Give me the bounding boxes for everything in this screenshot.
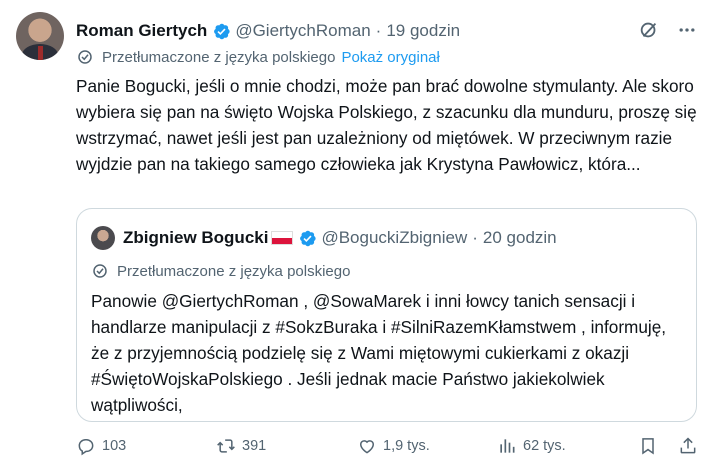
avatar-tie (38, 46, 43, 60)
views-button[interactable]: 62 tys. (497, 436, 566, 456)
quote-author-avatar (91, 226, 115, 250)
translate-icon (93, 264, 107, 278)
quote-header: Zbigniew Bogucki @BoguckiZbigniew · 20 g… (91, 226, 557, 250)
quote-time: 20 godzin (482, 228, 557, 247)
like-button[interactable]: 1,9 tys. (357, 436, 430, 456)
translation-label: Przetłumaczone z języka polskiego (102, 48, 336, 66)
translation-notice: Przetłumaczone z języka polskiego Pokaż … (76, 48, 440, 66)
more-icon[interactable] (676, 19, 698, 41)
reply-count: 103 (102, 438, 127, 454)
reply-button[interactable]: 103 (76, 436, 126, 456)
tweet-text: Panie Bogucki, jeśli o mnie chodzi, może… (76, 76, 697, 174)
tweet-actions: 103 391 1,9 tys. 62 tys. (76, 436, 698, 460)
quote-translation-label: Przetłumaczone z języka polskiego (117, 262, 351, 280)
author-avatar[interactable] (16, 12, 64, 60)
header-actions (638, 19, 698, 41)
reply-icon (78, 439, 94, 456)
separator-dot: · (472, 228, 478, 247)
tweet-time[interactable]: 19 godzin (386, 21, 460, 41)
grok-icon[interactable] (638, 19, 660, 41)
repost-button[interactable]: 391 (216, 436, 266, 456)
quote-author-handle: @BoguckiZbigniew (321, 228, 468, 247)
quote-text: Panowie @GiertychRoman , @SowaMarek i in… (91, 291, 667, 415)
repost-icon (217, 439, 235, 453)
repost-count: 391 (242, 438, 267, 454)
quote-translation-notice: Przetłumaczone z języka polskiego (91, 262, 350, 280)
author-name[interactable]: Roman Giertych (76, 21, 207, 41)
like-count: 1,9 tys. (383, 438, 430, 454)
author-handle[interactable]: @GiertychRoman (235, 21, 370, 41)
tweet-header: Roman Giertych @GiertychRoman · 19 godzi… (76, 19, 698, 43)
quote-author-name: Zbigniew Bogucki (123, 228, 269, 247)
share-button[interactable] (678, 436, 698, 456)
share-icon (680, 437, 696, 454)
verified-badge-icon (300, 230, 317, 246)
separator-dot: · (375, 21, 382, 40)
bookmark-button[interactable] (638, 436, 658, 456)
translate-icon (78, 50, 92, 64)
verified-badge-icon[interactable] (212, 22, 231, 41)
show-original-link[interactable]: Pokaż oryginał (341, 49, 439, 66)
views-count: 62 tys. (523, 438, 566, 454)
quoted-tweet[interactable]: Zbigniew Bogucki @BoguckiZbigniew · 20 g… (76, 208, 697, 422)
poland-flag-icon (271, 231, 294, 245)
views-icon (500, 439, 515, 453)
bookmark-icon (642, 438, 654, 455)
like-icon (359, 440, 375, 454)
